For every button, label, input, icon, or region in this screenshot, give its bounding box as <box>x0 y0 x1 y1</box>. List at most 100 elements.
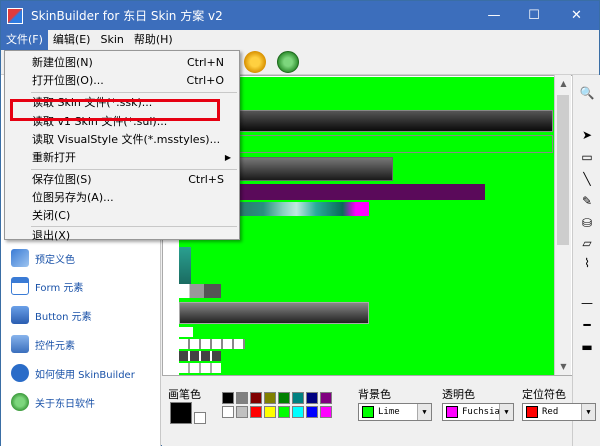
palette-cell[interactable] <box>236 406 248 418</box>
lp-item-predefined-colors[interactable]: 预定义色 <box>11 247 75 269</box>
lp-label: 预定义色 <box>35 254 75 266</box>
menu-separator <box>31 92 237 93</box>
chevron-down-icon[interactable]: ▼ <box>417 404 431 420</box>
menu-item-label: 新建位图(N) <box>32 56 93 69</box>
rectangle-icon[interactable]: ▭ <box>579 149 595 165</box>
lp-label: 如何使用 SkinBuilder <box>35 369 135 381</box>
scroll-thumb[interactable] <box>557 95 569 245</box>
lp-item-form[interactable]: Form 元素 <box>11 275 83 297</box>
lp-item-button[interactable]: Button 元素 <box>11 304 92 326</box>
palette-cell[interactable] <box>222 406 234 418</box>
eyedropper-icon[interactable]: ⌇ <box>579 255 595 271</box>
chevron-down-icon[interactable]: ▼ <box>581 404 595 420</box>
submenu-arrow-icon: ▶ <box>224 153 231 162</box>
main-window: SkinBuilder for 东日 Skin 方案 v2 — ☐ ✕ 文件(F… <box>0 0 600 446</box>
lp-label: 关于东日软件 <box>35 398 95 410</box>
settings-gear-icon[interactable] <box>244 51 266 73</box>
menu-edit[interactable]: 编辑(E) <box>48 30 96 50</box>
pencil-icon[interactable]: ✎ <box>579 193 595 209</box>
secondary-color-swatch[interactable] <box>194 412 206 424</box>
line-icon[interactable]: ╲ <box>579 171 595 187</box>
close-button[interactable]: ✕ <box>554 1 599 30</box>
line-width-thin-icon[interactable]: — <box>579 295 595 311</box>
palette-cell[interactable] <box>278 406 290 418</box>
palette-cell[interactable] <box>320 392 332 404</box>
skin-teal-block <box>179 247 191 285</box>
menu-help[interactable]: 帮助(H) <box>129 30 178 50</box>
skin-bar-2 <box>237 157 393 181</box>
menu-item-shortcut: Ctrl+S <box>188 173 224 186</box>
file-menu-dropdown: 新建位图(N) Ctrl+N 打开位图(O)... Ctrl+O 读取 Skin… <box>4 50 240 242</box>
scroll-up-icon[interactable]: ▲ <box>555 75 572 92</box>
lp-item-how-to-use[interactable]: 如何使用 SkinBuilder <box>11 362 135 384</box>
lp-label: 控件元素 <box>35 340 75 352</box>
palette-cell[interactable] <box>250 406 262 418</box>
maximize-button[interactable]: ☐ <box>514 1 554 30</box>
vertical-scrollbar[interactable]: ▲ ▼ <box>554 75 571 375</box>
menu-item-shortcut: Ctrl+N <box>186 56 224 69</box>
palette-cell[interactable] <box>236 392 248 404</box>
bg-color-value: Lime <box>378 407 400 417</box>
skin-checkbox-strip-2 <box>179 351 221 361</box>
transparent-color-combo[interactable]: Fuchsia ▼ <box>442 403 514 421</box>
form-icon <box>11 277 29 295</box>
bg-color-combo[interactable]: Lime ▼ <box>358 403 432 421</box>
transparent-color-value: Fuchsia <box>462 407 500 417</box>
palette-cell[interactable] <box>292 406 304 418</box>
control-icon <box>11 335 29 353</box>
skin-button-strip <box>237 184 485 200</box>
menu-item-shortcut: Ctrl+O <box>186 74 224 87</box>
palette-cell[interactable] <box>306 406 318 418</box>
color-bar: 画笔色 背景色 Lime ▼ 透明色 Fuchsia ▼ 定位符色 Red ▼ <box>162 375 596 446</box>
menu-save-bitmap-as[interactable]: 位图另存为(A)... <box>5 189 239 207</box>
menu-item-label: 重新打开 <box>32 151 76 164</box>
menu-save-bitmap[interactable]: 保存位图(S) Ctrl+S <box>5 171 239 189</box>
palette-cell[interactable] <box>306 392 318 404</box>
annotation-highlight-box <box>10 99 220 121</box>
pen-color-swatch[interactable] <box>170 402 192 424</box>
chevron-down-icon[interactable]: ▼ <box>499 404 513 420</box>
palette-cell[interactable] <box>264 406 276 418</box>
palette-cell[interactable] <box>250 392 262 404</box>
menu-reopen[interactable]: 重新打开 ▶ <box>5 149 239 167</box>
menu-exit[interactable]: 退出(X) <box>5 221 239 242</box>
menu-skin[interactable]: Skin <box>95 30 128 50</box>
eraser-icon[interactable]: ▱ <box>579 235 595 251</box>
menu-read-visualstyle[interactable]: 读取 VisualStyle 文件(*.msstyles)... <box>5 131 239 149</box>
minimize-button[interactable]: — <box>474 1 514 30</box>
lp-item-controls[interactable]: 控件元素 <box>11 333 75 355</box>
menu-item-label: 退出(X) <box>32 229 71 242</box>
menu-new-bitmap[interactable]: 新建位图(N) Ctrl+N <box>5 54 239 72</box>
menu-bar: 文件(F) 编辑(E) Skin 帮助(H) <box>1 30 599 50</box>
zoom-icon[interactable]: 🔍 <box>579 85 595 101</box>
palette-cell[interactable] <box>320 406 332 418</box>
lp-label: Form 元素 <box>35 282 84 294</box>
menu-item-label: 打开位图(O)... <box>32 74 104 87</box>
title-bar: SkinBuilder for 东日 Skin 方案 v2 — ☐ ✕ <box>1 1 599 30</box>
line-width-thick-icon[interactable]: ▬ <box>579 339 595 355</box>
menu-separator <box>31 169 237 170</box>
fill-bucket-icon[interactable]: ⛁ <box>579 215 595 231</box>
locator-color-combo[interactable]: Red ▼ <box>522 403 596 421</box>
palette-cell[interactable] <box>278 392 290 404</box>
locator-color-label: 定位符色 <box>522 388 566 401</box>
menu-item-label: 位图另存为(A)... <box>32 191 114 204</box>
palette-cell[interactable] <box>264 392 276 404</box>
palette-cell[interactable] <box>222 392 234 404</box>
help-icon <box>11 364 29 382</box>
skin-white-block <box>179 327 193 337</box>
menu-item-label: 保存位图(S) <box>32 173 92 186</box>
upload-icon[interactable] <box>277 51 299 73</box>
bg-color-label: 背景色 <box>358 388 391 401</box>
pointer-icon[interactable]: ➤ <box>579 127 595 143</box>
menu-file[interactable]: 文件(F) <box>1 30 48 50</box>
lp-item-about[interactable]: 关于东日软件 <box>11 391 95 413</box>
skin-color-strip <box>237 202 369 216</box>
scroll-down-icon[interactable]: ▼ <box>555 358 572 375</box>
palette-cell[interactable] <box>292 392 304 404</box>
about-icon <box>11 393 29 411</box>
drawing-tools-strip: 🔍 ➤ ▭ ╲ ✎ ⛁ ▱ ⌇ — ━ ▬ <box>572 75 600 446</box>
menu-open-bitmap[interactable]: 打开位图(O)... Ctrl+O <box>5 72 239 90</box>
transparent-color-label: 透明色 <box>442 388 475 401</box>
line-width-medium-icon[interactable]: ━ <box>579 317 595 333</box>
